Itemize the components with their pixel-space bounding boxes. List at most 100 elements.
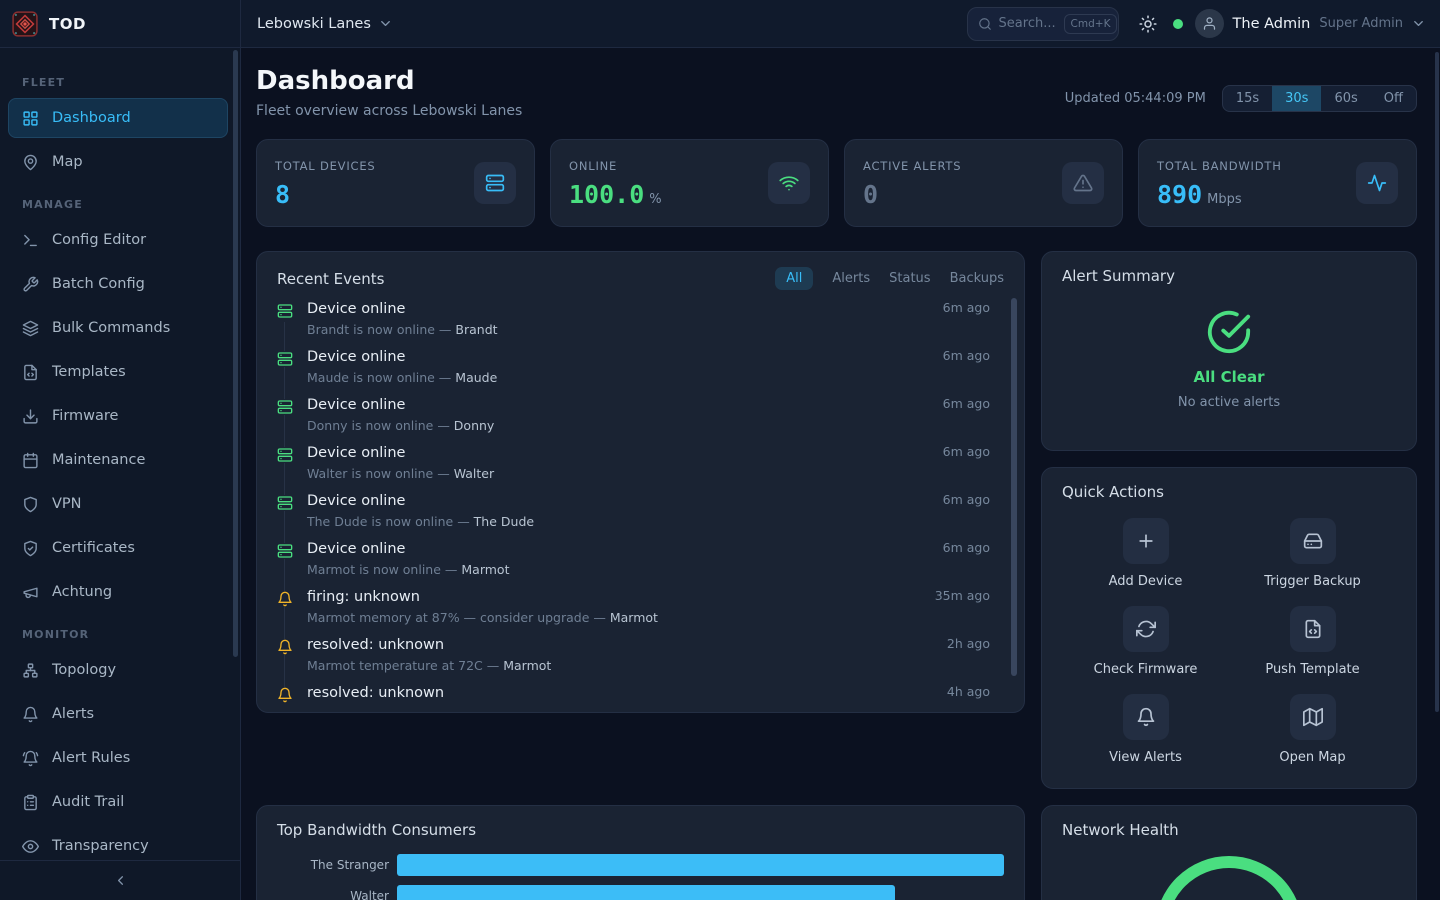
event-row[interactable]: Device online Marmot is now online — Mar… (277, 540, 1004, 588)
stat-value: 100.0 (569, 182, 644, 207)
sidebar-item[interactable]: Templates (8, 352, 228, 392)
user-menu-chevron-icon[interactable] (1411, 16, 1426, 31)
stat-card: TOTAL BANDWIDTH 890 Mbps (1138, 139, 1417, 227)
stat-card: TOTAL DEVICES 8 (256, 139, 535, 227)
sidebar-scrollbar[interactable] (233, 50, 238, 657)
quick-actions-panel: Quick Actions Add Device Trigger Backup (1041, 467, 1417, 789)
sidebar-item-icon (22, 540, 39, 557)
event-time: 6m ago (943, 396, 1004, 444)
alert-summary-title: Alert Summary (1062, 267, 1396, 285)
sidebar-section-monitor: MONITOR (22, 628, 228, 641)
sidebar-item[interactable]: Transparency (8, 826, 228, 860)
sidebar-item-label: Dashboard (52, 110, 131, 126)
sidebar-item-label: Achtung (52, 584, 112, 600)
bandwidth-bar (397, 885, 895, 900)
sidebar-item-icon (22, 584, 39, 601)
main-scrollbar[interactable] (1435, 52, 1439, 712)
event-row[interactable]: resolved: unknown Marmot temperature at … (277, 636, 1004, 684)
sidebar-item-label: Batch Config (52, 276, 145, 292)
stat-icon (779, 173, 799, 193)
quick-action-button[interactable]: View Alerts (1062, 694, 1229, 765)
quick-action-icon (1136, 707, 1156, 727)
event-filter-tab[interactable]: Backups (950, 271, 1004, 286)
sidebar-item[interactable]: Audit Trail (8, 782, 228, 822)
event-row[interactable]: Device online Donny is now online — Donn… (277, 396, 1004, 444)
refresh-interval-option[interactable]: 30s (1272, 86, 1321, 111)
event-title: Device online (307, 348, 929, 366)
sidebar-item[interactable]: Map (8, 142, 228, 182)
quick-action-button[interactable]: Open Map (1229, 694, 1396, 765)
sidebar-item[interactable]: Firmware (8, 396, 228, 436)
sidebar-item[interactable]: Topology (8, 650, 228, 690)
event-filter-tab[interactable]: Alerts (832, 271, 870, 286)
stat-suffix: % (649, 192, 661, 207)
event-device-name: Marmot (503, 658, 551, 673)
sidebar-item-label: Config Editor (52, 232, 146, 248)
updated-timestamp: Updated 05:44:09 PM (1065, 91, 1206, 106)
quick-action-icon (1136, 531, 1156, 551)
sidebar-item[interactable]: Certificates (8, 528, 228, 568)
event-time: 6m ago (943, 348, 1004, 396)
sun-icon[interactable] (1139, 15, 1157, 33)
health-ring-gauge: 100 (1154, 855, 1304, 900)
quick-action-label: Open Map (1279, 750, 1345, 765)
bandwidth-title: Top Bandwidth Consumers (277, 821, 1004, 839)
event-subtitle: Marmot is now online — Marmot (307, 562, 929, 577)
refresh-interval-option[interactable]: 60s (1321, 86, 1370, 111)
event-type-icon (277, 495, 293, 511)
sidebar-item[interactable]: Alerts (8, 694, 228, 734)
sidebar-collapse-button[interactable] (0, 860, 240, 900)
event-filter-tab[interactable]: Status (889, 271, 930, 286)
topbar-right: Cmd+K The Admin Super Admin (967, 7, 1440, 41)
event-row[interactable]: Device online Brandt is now online — Bra… (277, 300, 1004, 348)
event-subtitle: Maude is now online — Maude (307, 370, 929, 385)
stat-card: ONLINE 100.0 % (550, 139, 829, 227)
sidebar-item[interactable]: Alert Rules (8, 738, 228, 778)
event-subtitle: Marmot temperature at 72C — Marmot (307, 658, 933, 673)
sidebar-item[interactable]: Maintenance (8, 440, 228, 480)
events-scrollbar[interactable] (1011, 298, 1017, 676)
refresh-interval-option[interactable]: Off (1371, 86, 1416, 111)
sidebar-item[interactable]: VPN (8, 484, 228, 524)
event-row[interactable]: resolved: unknown 4h ago (277, 684, 1004, 713)
main-content: Dashboard Fleet overview across Lebowski… (241, 48, 1440, 900)
event-device-name: Donny (454, 418, 495, 433)
stat-label: TOTAL DEVICES (275, 159, 376, 173)
user-role: Super Admin (1319, 16, 1403, 31)
sidebar-item[interactable]: Config Editor (8, 220, 228, 260)
event-type-icon (277, 399, 293, 415)
event-filter-tab[interactable]: All (775, 267, 813, 290)
sidebar-item-label: Audit Trail (52, 794, 124, 810)
quick-action-button[interactable]: Trigger Backup (1229, 518, 1396, 589)
search-box[interactable]: Cmd+K (967, 7, 1119, 41)
refresh-interval-option[interactable]: 15s (1223, 86, 1272, 111)
sidebar-item[interactable]: Achtung (8, 572, 228, 612)
event-time: 6m ago (943, 444, 1004, 492)
event-row[interactable]: firing: unknown Marmot memory at 87% — c… (277, 588, 1004, 636)
sidebar-item[interactable]: Dashboard (8, 98, 228, 138)
stat-icon (1073, 173, 1093, 193)
sidebar-item-icon (22, 154, 39, 171)
sidebar-item-label: Alerts (52, 706, 94, 722)
quick-action-label: Check Firmware (1094, 662, 1198, 677)
quick-action-button[interactable]: Push Template (1229, 606, 1396, 677)
search-input[interactable] (999, 16, 1057, 31)
event-row[interactable]: Device online Walter is now online — Wal… (277, 444, 1004, 492)
event-row[interactable]: Device online The Dude is now online — T… (277, 492, 1004, 540)
sidebar-item-label: Bulk Commands (52, 320, 170, 336)
avatar[interactable] (1195, 9, 1224, 38)
sidebar-item[interactable]: Bulk Commands (8, 308, 228, 348)
org-switcher[interactable]: Lebowski Lanes (241, 16, 393, 32)
quick-action-icon (1303, 707, 1323, 727)
user-icon (1202, 16, 1217, 31)
sidebar-item[interactable]: Batch Config (8, 264, 228, 304)
brand: TOD (0, 0, 241, 47)
quick-action-button[interactable]: Add Device (1062, 518, 1229, 589)
alert-summary-panel: Alert Summary All Clear No active alerts (1041, 251, 1417, 451)
quick-action-button[interactable]: Check Firmware (1062, 606, 1229, 677)
event-subtitle: Walter is now online — Walter (307, 466, 929, 481)
stat-value: 0 (863, 182, 878, 207)
event-device-name: Walter (454, 466, 494, 481)
sidebar-item-label: Certificates (52, 540, 135, 556)
event-row[interactable]: Device online Maude is now online — Maud… (277, 348, 1004, 396)
